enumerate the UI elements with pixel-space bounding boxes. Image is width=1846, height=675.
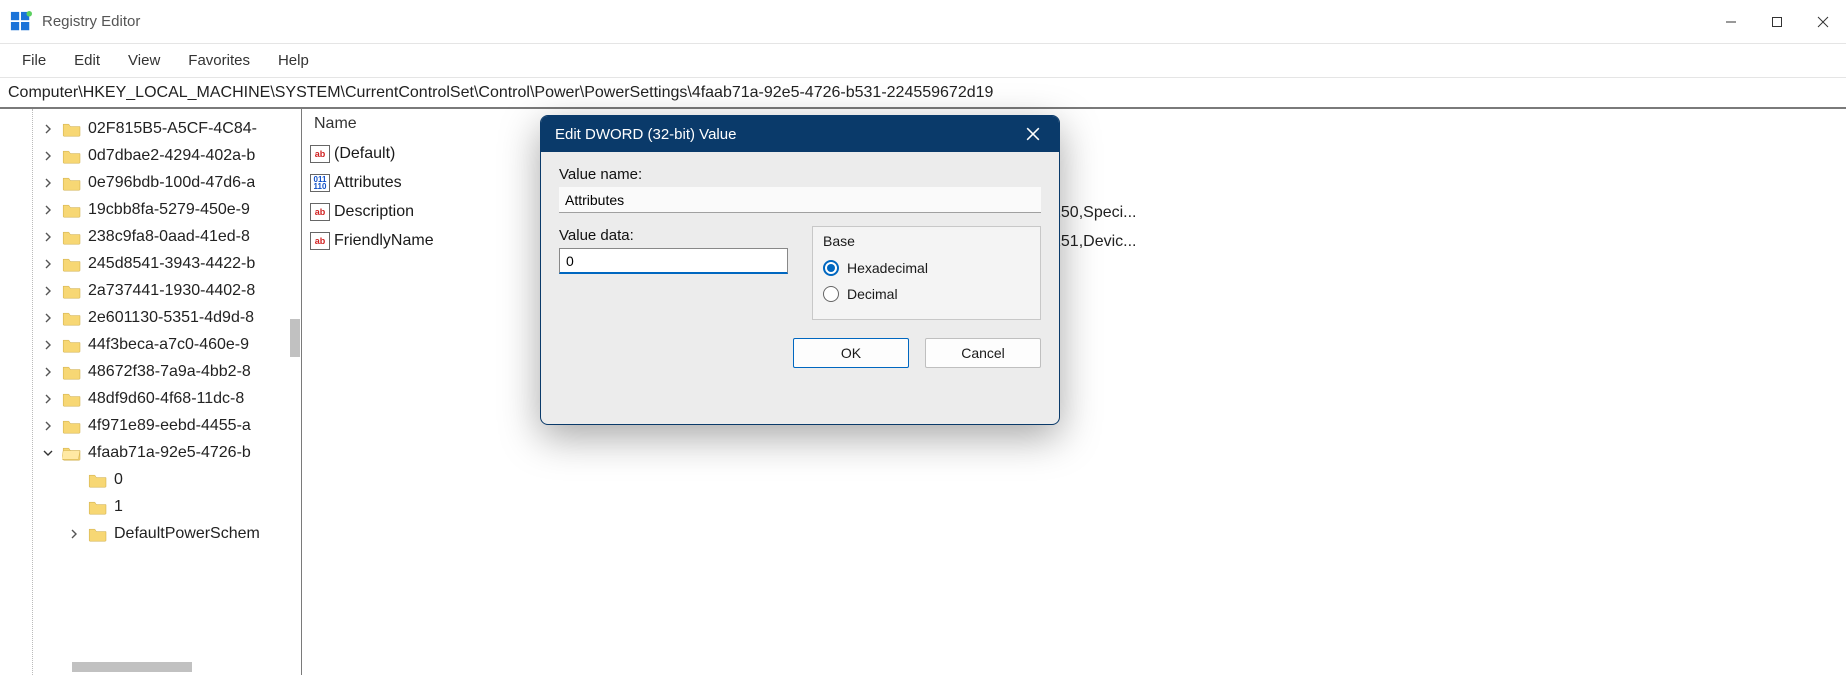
chevron-right-icon[interactable] bbox=[40, 283, 56, 299]
string-icon: ab bbox=[310, 232, 330, 250]
tree-item[interactable]: 238c9fa8-0aad-41ed-8 bbox=[0, 223, 301, 250]
tree-item[interactable]: 0e796bdb-100d-47d6-a bbox=[0, 169, 301, 196]
dialog-title-bar[interactable]: Edit DWORD (32-bit) Value bbox=[541, 116, 1059, 152]
tree-item[interactable]: 2e601130-5351-4d9d-8 bbox=[0, 304, 301, 331]
list-value-name: Description bbox=[334, 203, 414, 221]
tree-item-label: 4f971e89-eebd-4455-a bbox=[88, 417, 251, 435]
menu-edit[interactable]: Edit bbox=[60, 48, 114, 73]
radio-dec[interactable] bbox=[823, 286, 839, 302]
close-button[interactable] bbox=[1800, 5, 1846, 39]
string-icon: ab bbox=[310, 203, 330, 221]
chevron-right-icon[interactable] bbox=[66, 526, 82, 542]
list-header-name[interactable]: Name bbox=[308, 109, 1840, 139]
tree-item-label: 2a737441-1930-4402-8 bbox=[88, 282, 255, 300]
dialog-close-button[interactable] bbox=[1021, 122, 1045, 146]
chevron-right-icon[interactable] bbox=[40, 391, 56, 407]
title-bar: Registry Editor bbox=[0, 0, 1846, 44]
radio-hex-label: Hexadecimal bbox=[847, 260, 928, 276]
string-icon: ab bbox=[310, 145, 330, 163]
chevron-right-icon[interactable] bbox=[40, 175, 56, 191]
tree-item[interactable]: DefaultPowerSchem bbox=[0, 520, 301, 547]
tree-item[interactable]: 02F815B5-A5CF-4C84- bbox=[0, 115, 301, 142]
chevron-right-icon[interactable] bbox=[40, 337, 56, 353]
list-row[interactable]: 011110Attributes bbox=[308, 168, 1840, 197]
tree-item[interactable]: 48df9d60-4f68-11dc-8 bbox=[0, 385, 301, 412]
app-icon bbox=[10, 11, 32, 33]
valuedata-label: Value data: bbox=[559, 227, 788, 244]
maximize-button[interactable] bbox=[1754, 5, 1800, 39]
tree-item[interactable]: 0d7dbae2-4294-402a-b bbox=[0, 142, 301, 169]
chevron-right-icon[interactable] bbox=[40, 202, 56, 218]
tree-pane[interactable]: 02F815B5-A5CF-4C84- 0d7dbae2-4294-402a-b… bbox=[0, 109, 302, 675]
tree-item[interactable]: 48672f38-7a9a-4bb2-8 bbox=[0, 358, 301, 385]
tree-item-label: 0 bbox=[114, 471, 123, 489]
address-path: Computer\HKEY_LOCAL_MACHINE\SYSTEM\Curre… bbox=[8, 84, 993, 102]
list-row[interactable]: ab(Default) bbox=[308, 139, 1840, 168]
menu-view[interactable]: View bbox=[114, 48, 174, 73]
tree-item[interactable]: 4faab71a-92e5-4726-b bbox=[0, 439, 301, 466]
list-value-data: 150,Speci... bbox=[1052, 204, 1137, 222]
chevron-right-icon[interactable] bbox=[40, 310, 56, 326]
radio-dec-label: Decimal bbox=[847, 286, 898, 302]
chevron-right-icon[interactable] bbox=[40, 364, 56, 380]
tree-item[interactable]: 2a737441-1930-4402-8 bbox=[0, 277, 301, 304]
menu-favorites[interactable]: Favorites bbox=[174, 48, 264, 73]
tree-item-label: 19cbb8fa-5279-450e-9 bbox=[88, 201, 250, 219]
list-value-data: 151,Devic... bbox=[1052, 233, 1136, 251]
tree-item[interactable]: 44f3beca-a7c0-460e-9 bbox=[0, 331, 301, 358]
menu-bar: File Edit View Favorites Help bbox=[0, 44, 1846, 78]
tree-item-label: 48df9d60-4f68-11dc-8 bbox=[88, 390, 244, 408]
edit-dword-dialog: Edit DWORD (32-bit) Value Value name: Va… bbox=[540, 115, 1060, 425]
radio-hex[interactable] bbox=[823, 260, 839, 276]
tree-item[interactable]: 4f971e89-eebd-4455-a bbox=[0, 412, 301, 439]
list-pane[interactable]: Name ab(Default)011110AttributesabDescri… bbox=[302, 109, 1846, 675]
cancel-button[interactable]: Cancel bbox=[925, 338, 1041, 368]
horizontal-scrollbar-thumb[interactable] bbox=[72, 662, 192, 672]
list-value-name: (Default) bbox=[334, 145, 395, 163]
chevron-right-icon[interactable] bbox=[40, 256, 56, 272]
tree-item-label: 02F815B5-A5CF-4C84- bbox=[88, 120, 257, 138]
base-group: Base Hexadecimal Decimal bbox=[812, 226, 1041, 320]
tree-item[interactable]: 1 bbox=[0, 493, 301, 520]
ok-button[interactable]: OK bbox=[793, 338, 909, 368]
vertical-scrollbar-thumb[interactable] bbox=[290, 319, 300, 357]
radio-hex-row[interactable]: Hexadecimal bbox=[823, 255, 1030, 281]
chevron-down-icon[interactable] bbox=[40, 445, 56, 461]
radio-dec-row[interactable]: Decimal bbox=[823, 281, 1030, 307]
list-value-name: Attributes bbox=[334, 174, 402, 192]
dialog-title: Edit DWORD (32-bit) Value bbox=[555, 126, 736, 143]
valuename-label: Value name: bbox=[559, 166, 1041, 183]
tree-item[interactable]: 245d8541-3943-4422-b bbox=[0, 250, 301, 277]
tree-item-label: 44f3beca-a7c0-460e-9 bbox=[88, 336, 249, 354]
tree-item-label: 0d7dbae2-4294-402a-b bbox=[88, 147, 255, 165]
menu-help[interactable]: Help bbox=[264, 48, 323, 73]
tree-item[interactable]: 0 bbox=[0, 466, 301, 493]
valuedata-input[interactable] bbox=[559, 248, 788, 274]
tree-item-label: 238c9fa8-0aad-41ed-8 bbox=[88, 228, 250, 246]
tree-item-label: 0e796bdb-100d-47d6-a bbox=[88, 174, 255, 192]
tree-item-label: DefaultPowerSchem bbox=[114, 525, 260, 543]
dword-icon: 011110 bbox=[310, 174, 330, 192]
menu-file[interactable]: File bbox=[8, 48, 60, 73]
base-label: Base bbox=[823, 233, 1030, 249]
tree-item[interactable]: 19cbb8fa-5279-450e-9 bbox=[0, 196, 301, 223]
tree-item-label: 245d8541-3943-4422-b bbox=[88, 255, 255, 273]
tree-item-label: 1 bbox=[114, 498, 123, 516]
chevron-right-icon[interactable] bbox=[40, 418, 56, 434]
address-bar[interactable]: Computer\HKEY_LOCAL_MACHINE\SYSTEM\Curre… bbox=[0, 78, 1846, 108]
valuename-field[interactable] bbox=[559, 187, 1041, 213]
chevron-right-icon[interactable] bbox=[40, 121, 56, 137]
tree-item-label: 2e601130-5351-4d9d-8 bbox=[88, 309, 254, 327]
minimize-button[interactable] bbox=[1708, 5, 1754, 39]
tree-item-label: 48672f38-7a9a-4bb2-8 bbox=[88, 363, 251, 381]
list-value-name: FriendlyName bbox=[334, 232, 434, 250]
window-title: Registry Editor bbox=[42, 13, 140, 30]
chevron-right-icon[interactable] bbox=[40, 229, 56, 245]
tree-item-label: 4faab71a-92e5-4726-b bbox=[88, 444, 251, 462]
chevron-right-icon[interactable] bbox=[40, 148, 56, 164]
